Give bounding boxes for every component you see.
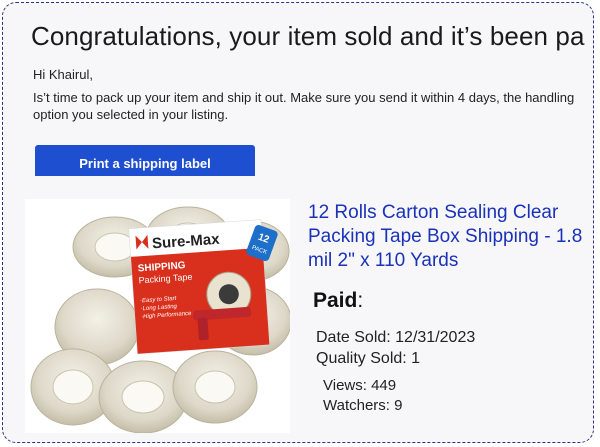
quality-sold: Quality Sold: 1 xyxy=(316,350,421,367)
greeting-text: Hi Khairul, xyxy=(33,67,93,82)
views-count: Views: 449 xyxy=(323,377,397,394)
message-text: Is’t time to pack up your item and ship … xyxy=(33,90,575,122)
email-card: Congratulations, your item sold and it’s… xyxy=(2,2,594,443)
email-headline: Congratulations, your item sold and it’s… xyxy=(31,21,586,51)
paid-colon: : xyxy=(357,289,364,312)
print-shipping-label-button[interactable]: Print a shipping label xyxy=(35,145,255,176)
paid-label: Paid xyxy=(313,289,358,312)
date-sold: Date Sold: 12/31/2023 xyxy=(316,329,476,346)
paid-heading: Paid: xyxy=(313,289,363,313)
tape-rolls-illustration: Sure-Max SHIPPING Packing Tape ·Easy to … xyxy=(30,206,290,433)
watchers-count: Watchers: 9 xyxy=(323,397,403,414)
product-image[interactable]: Sure-Max SHIPPING Packing Tape ·Easy to … xyxy=(25,199,290,433)
product-title-link[interactable]: 12 Rolls Carton Sealing Clear Packing Ta… xyxy=(308,201,593,273)
